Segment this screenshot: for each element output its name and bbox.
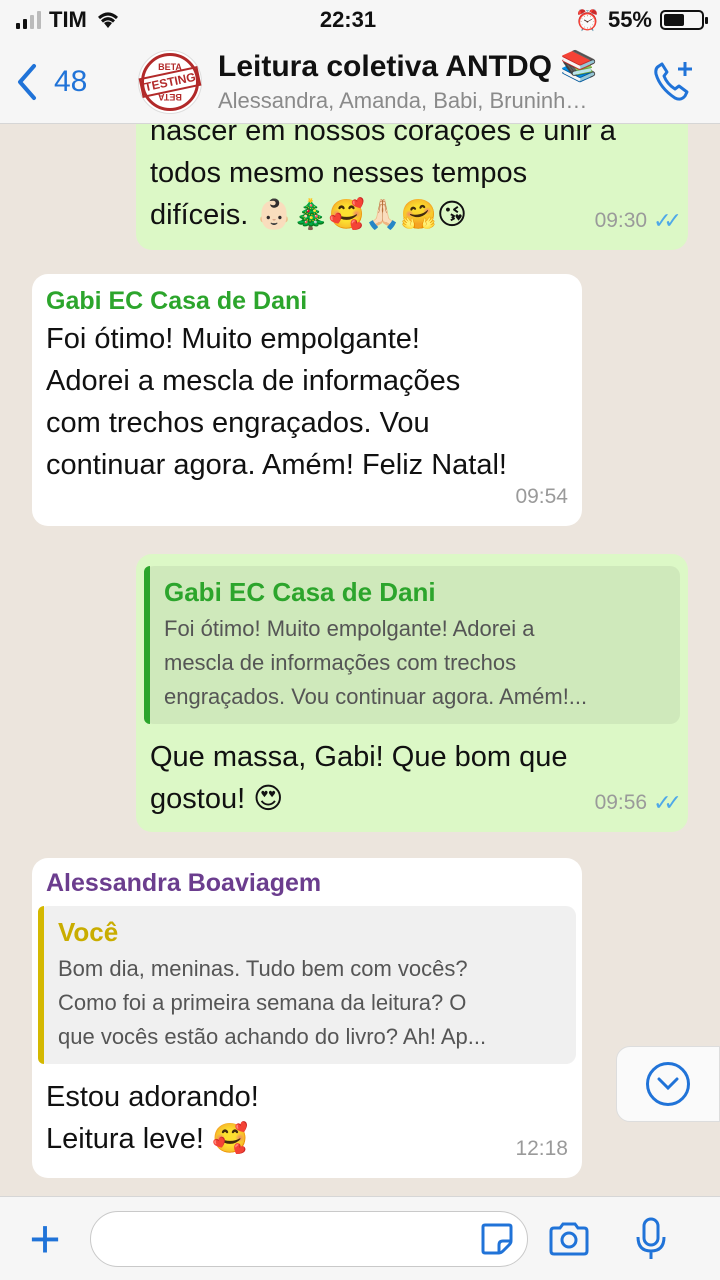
battery-icon <box>660 10 708 30</box>
message-bubble-outgoing[interactable]: Gabi EC Casa de Dani Foi ótimo! Muito em… <box>136 554 688 832</box>
quoted-message[interactable]: Você Bom dia, meninas. Tudo bem com você… <box>38 906 576 1064</box>
chevron-left-icon <box>18 63 36 100</box>
quote-author: Gabi EC Casa de Dani <box>164 577 436 607</box>
quote-author: Você <box>58 917 119 947</box>
scroll-to-bottom-button[interactable] <box>616 1046 720 1122</box>
battery-percent: 55% <box>607 7 652 32</box>
group-name: Leitura coletiva ANTDQ 📚 <box>218 50 598 83</box>
chat-header: 48 BETA TESTING BETA Leitura coletiva AN… <box>0 40 720 124</box>
unread-count: 48 <box>54 64 88 98</box>
status-bar: TIM 22:31 ⏰ 55% <box>0 0 720 40</box>
message-line: Leitura leve! 🥰 <box>46 1123 249 1155</box>
attach-button[interactable]: + <box>0 1212 90 1266</box>
message-bubble-incoming[interactable]: Alessandra Boaviagem Você Bom dia, menin… <box>32 858 582 1178</box>
avatar-text-bottom: BETA <box>158 91 182 102</box>
read-ticks-icon: ✓✓ <box>653 790 682 815</box>
signal-icon <box>16 11 41 29</box>
group-info[interactable]: Leitura coletiva ANTDQ 📚 Alessandra, Ama… <box>218 49 638 114</box>
camera-button[interactable] <box>528 1221 610 1257</box>
quote-bar <box>38 906 44 1064</box>
quoted-message[interactable]: Gabi EC Casa de Dani Foi ótimo! Muito em… <box>144 566 680 724</box>
quote-line: mescla de informações com trechos <box>164 650 517 675</box>
message-bubble-outgoing[interactable]: nascer em nossos corações e unir a todos… <box>136 124 688 250</box>
sticker-icon[interactable] <box>479 1221 515 1257</box>
group-members: Alessandra, Amanda, Babi, Bruninh… <box>218 88 588 113</box>
quote-line: que vocês estão achando do livro? Ah! Ap… <box>58 1024 487 1049</box>
quote-text: Bom dia, meninas. Tudo bem com vocês? Co… <box>58 952 562 1054</box>
message-time: 09:30 ✓✓ <box>594 200 682 242</box>
message-time: 12:18 <box>515 1128 568 1170</box>
alarm-icon: ⏰ <box>575 9 600 32</box>
time-label: 09:54 <box>515 485 568 508</box>
message-text: Foi ótimo! Muito empolgante! Adorei a me… <box>46 318 568 486</box>
voice-message-button[interactable] <box>610 1217 692 1261</box>
back-button[interactable]: 48 <box>0 62 130 102</box>
message-line: Que massa, Gabi! Que bom que <box>150 741 568 773</box>
message-bubble-incoming[interactable]: Gabi EC Casa de Dani Foi ótimo! Muito em… <box>32 274 582 526</box>
quote-line: Como foi a primeira semana da leitura? O <box>58 990 467 1015</box>
wifi-icon <box>97 12 118 28</box>
camera-icon <box>549 1222 589 1255</box>
message-line: Foi ótimo! Muito empolgante! <box>46 323 420 355</box>
microphone-icon <box>636 1217 666 1259</box>
message-time: 09:56 ✓✓ <box>594 782 682 824</box>
message-line: nascer em nossos corações e unir a <box>150 124 616 147</box>
quote-text: Foi ótimo! Muito empolgante! Adorei a me… <box>164 612 666 714</box>
message-line: Adorei a mescla de informações <box>46 365 461 397</box>
message-line: continuar agora. Amém! Feliz Natal! <box>46 449 507 481</box>
chat-area[interactable]: nascer em nossos corações e unir a todos… <box>0 124 720 1196</box>
time-label: 09:30 <box>594 209 648 232</box>
quote-bar <box>144 566 150 724</box>
message-line: Estou adorando! <box>46 1081 259 1113</box>
add-call-button[interactable] <box>638 58 708 106</box>
message-line: todos mesmo nesses tempos <box>150 157 528 189</box>
time-label: 09:56 <box>594 791 648 814</box>
time-label: 12:18 <box>515 1137 568 1160</box>
sender-name: Alessandra Boaviagem <box>46 869 322 897</box>
quote-line: Foi ótimo! Muito empolgante! Adorei a <box>164 616 535 641</box>
chevron-down-icon <box>646 1062 690 1106</box>
read-ticks-icon: ✓✓ <box>653 208 682 233</box>
message-text: Estou adorando! Leitura leve! 🥰 <box>38 1076 576 1160</box>
clock: 22:31 <box>319 7 377 32</box>
quote-line: engraçados. Vou continuar agora. Amém!..… <box>164 684 588 709</box>
quote-line: Bom dia, meninas. Tudo bem com vocês? <box>58 956 468 981</box>
carrier-label: TIM <box>49 7 87 32</box>
message-line: com trechos engraçados. Vou <box>46 407 430 439</box>
sender-name: Gabi EC Casa de Dani <box>46 287 308 315</box>
group-avatar[interactable]: BETA TESTING BETA <box>138 49 202 114</box>
message-input[interactable] <box>90 1210 528 1267</box>
plus-icon: + <box>29 1208 61 1269</box>
message-time: 09:54 <box>515 476 568 518</box>
message-composer: + <box>0 1196 720 1280</box>
phone-plus-icon <box>654 61 692 101</box>
